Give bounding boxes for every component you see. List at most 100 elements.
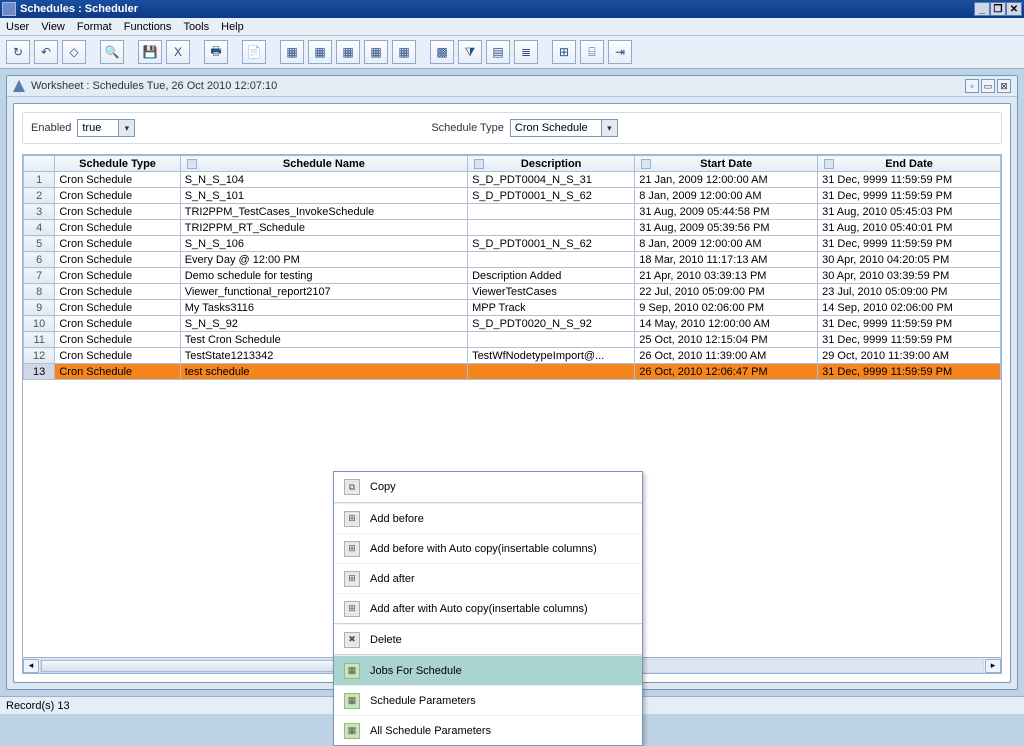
undo-icon[interactable]: ↶: [34, 40, 58, 64]
table-row[interactable]: 10Cron ScheduleS_N_S_92S_D_PDT0020_N_S_9…: [24, 316, 1001, 332]
col-rownum[interactable]: 2: [24, 188, 55, 204]
grid-3-icon[interactable]: ▦: [336, 40, 360, 64]
grid-1-icon[interactable]: ▦: [280, 40, 304, 64]
cell-name[interactable]: test schedule: [180, 364, 467, 380]
col-rownum[interactable]: 7: [24, 268, 55, 284]
chevron-down-icon[interactable]: [118, 120, 134, 136]
cell-desc[interactable]: S_D_PDT0001_N_S_62: [468, 188, 635, 204]
table-row[interactable]: 4Cron ScheduleTRI2PPM_RT_Schedule31 Aug,…: [24, 220, 1001, 236]
cell-start[interactable]: 25 Oct, 2010 12:15:04 PM: [635, 332, 818, 348]
col-schedule-name[interactable]: Schedule Name: [180, 156, 467, 172]
table-row[interactable]: 11Cron ScheduleTest Cron Schedule25 Oct,…: [24, 332, 1001, 348]
cell-type[interactable]: Cron Schedule: [55, 348, 180, 364]
cell-name[interactable]: My Tasks3116: [180, 300, 467, 316]
save-icon[interactable]: 💾: [138, 40, 162, 64]
palette-icon[interactable]: ▩: [430, 40, 454, 64]
enabled-combo[interactable]: true: [77, 119, 135, 137]
cell-desc[interactable]: S_D_PDT0004_N_S_31: [468, 172, 635, 188]
ctx-all-schedule-parameters[interactable]: ▦ All Schedule Parameters: [334, 715, 642, 745]
cell-type[interactable]: Cron Schedule: [55, 284, 180, 300]
schedule-type-combo[interactable]: Cron Schedule: [510, 119, 618, 137]
cell-start[interactable]: 21 Apr, 2010 03:39:13 PM: [635, 268, 818, 284]
cell-end[interactable]: 31 Dec, 9999 11:59:59 PM: [818, 236, 1001, 252]
cell-start[interactable]: 9 Sep, 2010 02:06:00 PM: [635, 300, 818, 316]
cell-start[interactable]: 14 May, 2010 12:00:00 AM: [635, 316, 818, 332]
cell-end[interactable]: 31 Dec, 9999 11:59:59 PM: [818, 332, 1001, 348]
close-button[interactable]: ✕: [1006, 2, 1022, 16]
menu-functions[interactable]: Functions: [124, 21, 172, 33]
col-rownum[interactable]: 1: [24, 172, 55, 188]
search-icon[interactable]: 🔍: [100, 40, 124, 64]
table-row[interactable]: 12Cron ScheduleTestState1213342TestWfNod…: [24, 348, 1001, 364]
report-icon[interactable]: ▤: [486, 40, 510, 64]
cell-desc[interactable]: TestWfNodetypeImport@...: [468, 348, 635, 364]
cell-end[interactable]: 31 Aug, 2010 05:40:01 PM: [818, 220, 1001, 236]
col-description[interactable]: Description: [468, 156, 635, 172]
cell-desc[interactable]: S_D_PDT0020_N_S_92: [468, 316, 635, 332]
cell-name[interactable]: Every Day @ 12:00 PM: [180, 252, 467, 268]
cell-name[interactable]: Test Cron Schedule: [180, 332, 467, 348]
cell-type[interactable]: Cron Schedule: [55, 204, 180, 220]
col-rownum[interactable]: [24, 156, 55, 172]
print-icon[interactable]: 🖶: [204, 40, 228, 64]
cell-start[interactable]: 18 Mar, 2010 11:17:13 AM: [635, 252, 818, 268]
cell-type[interactable]: Cron Schedule: [55, 268, 180, 284]
menu-tools[interactable]: Tools: [183, 21, 209, 33]
cell-name[interactable]: Demo schedule for testing: [180, 268, 467, 284]
ctx-delete[interactable]: ✖ Delete: [334, 624, 642, 654]
script-icon[interactable]: ≣: [514, 40, 538, 64]
ws-close-icon[interactable]: ⊠: [997, 79, 1011, 93]
cell-desc[interactable]: [468, 204, 635, 220]
cell-desc[interactable]: S_D_PDT0001_N_S_62: [468, 236, 635, 252]
table-row[interactable]: 7Cron ScheduleDemo schedule for testingD…: [24, 268, 1001, 284]
ws-max-icon[interactable]: ▭: [981, 79, 995, 93]
cell-name[interactable]: Viewer_functional_report2107: [180, 284, 467, 300]
cell-desc[interactable]: MPP Track: [468, 300, 635, 316]
chevron-down-icon[interactable]: [601, 120, 617, 136]
cell-desc[interactable]: Description Added: [468, 268, 635, 284]
cell-end[interactable]: 31 Dec, 9999 11:59:59 PM: [818, 364, 1001, 380]
col-rownum[interactable]: 4: [24, 220, 55, 236]
grid-5-icon[interactable]: ▦: [392, 40, 416, 64]
preview-icon[interactable]: 📄: [242, 40, 266, 64]
cell-end[interactable]: 31 Aug, 2010 05:45:03 PM: [818, 204, 1001, 220]
table-row[interactable]: 1Cron ScheduleS_N_S_104S_D_PDT0004_N_S_3…: [24, 172, 1001, 188]
cell-type[interactable]: Cron Schedule: [55, 300, 180, 316]
cell-type[interactable]: Cron Schedule: [55, 252, 180, 268]
cell-start[interactable]: 26 Oct, 2010 11:39:00 AM: [635, 348, 818, 364]
col-rownum[interactable]: 8: [24, 284, 55, 300]
cell-start[interactable]: 21 Jan, 2009 12:00:00 AM: [635, 172, 818, 188]
table-row[interactable]: 3Cron ScheduleTRI2PPM_TestCases_InvokeSc…: [24, 204, 1001, 220]
grid-2-icon[interactable]: ▦: [308, 40, 332, 64]
cell-end[interactable]: 31 Dec, 9999 11:59:59 PM: [818, 172, 1001, 188]
cell-start[interactable]: 26 Oct, 2010 12:06:47 PM: [635, 364, 818, 380]
ctx-jobs-for-schedule[interactable]: ▦ Jobs For Schedule: [334, 655, 642, 685]
cell-type[interactable]: Cron Schedule: [55, 332, 180, 348]
cell-start[interactable]: 8 Jan, 2009 12:00:00 AM: [635, 188, 818, 204]
cell-end[interactable]: 31 Dec, 9999 11:59:59 PM: [818, 316, 1001, 332]
ctx-add-after[interactable]: ⊞ Add after: [334, 563, 642, 593]
cell-desc[interactable]: [468, 364, 635, 380]
db-icon[interactable]: ⌸: [580, 40, 604, 64]
col-rownum[interactable]: 10: [24, 316, 55, 332]
cell-name[interactable]: TRI2PPM_TestCases_InvokeSchedule: [180, 204, 467, 220]
cell-end[interactable]: 23 Jul, 2010 05:09:00 PM: [818, 284, 1001, 300]
cell-desc[interactable]: [468, 220, 635, 236]
erase-icon[interactable]: ◇: [62, 40, 86, 64]
scroll-right-icon[interactable]: ▸: [985, 659, 1001, 673]
menu-view[interactable]: View: [41, 21, 65, 33]
exit-icon[interactable]: ⇥: [608, 40, 632, 64]
cell-end[interactable]: 30 Apr, 2010 04:20:05 PM: [818, 252, 1001, 268]
ctx-add-after-auto[interactable]: ⊞ Add after with Auto copy(insertable co…: [334, 593, 642, 623]
filter-icon[interactable]: ⧩: [458, 40, 482, 64]
cell-end[interactable]: 14 Sep, 2010 02:06:00 PM: [818, 300, 1001, 316]
cell-type[interactable]: Cron Schedule: [55, 236, 180, 252]
menu-format[interactable]: Format: [77, 21, 112, 33]
minimize-button[interactable]: _: [974, 2, 990, 16]
col-start-date[interactable]: Start Date: [635, 156, 818, 172]
ctx-schedule-parameters[interactable]: ▦ Schedule Parameters: [334, 685, 642, 715]
export-excel-icon[interactable]: X: [166, 40, 190, 64]
cell-name[interactable]: S_N_S_104: [180, 172, 467, 188]
cell-name[interactable]: S_N_S_92: [180, 316, 467, 332]
cell-end[interactable]: 29 Oct, 2010 11:39:00 AM: [818, 348, 1001, 364]
